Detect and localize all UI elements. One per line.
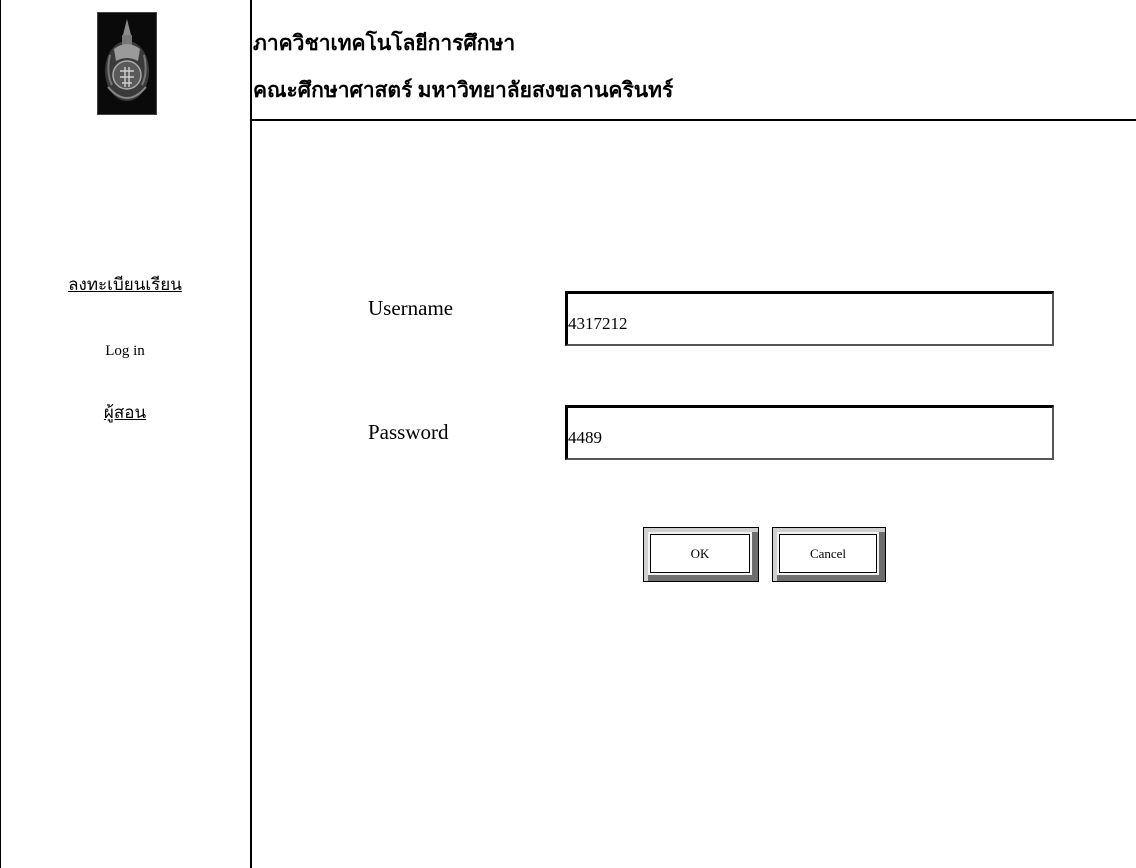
sidebar-item-teacher: ผู้สอน	[0, 404, 250, 421]
password-field[interactable]: 4489	[565, 405, 1054, 460]
page-frame: ภาควิชาเทคโนโลยีการศึกษา คณะศึกษาศาสตร์ …	[0, 0, 1136, 868]
department-title: ภาควิชาเทคโนโลยีการศึกษา	[253, 31, 516, 55]
cancel-button[interactable]: Cancel	[772, 527, 886, 582]
ok-button[interactable]: OK	[643, 527, 759, 582]
faculty-title: คณะศึกษาศาสตร์ มหาวิทยาลัยสงขลานครินทร์	[253, 78, 674, 102]
university-logo	[97, 12, 157, 115]
teacher-link[interactable]: ผู้สอน	[104, 403, 146, 422]
sidebar-divider	[250, 0, 252, 868]
header-divider	[252, 119, 1136, 121]
cancel-button-label: Cancel	[809, 545, 847, 561]
username-field[interactable]: 4317212	[565, 291, 1054, 346]
ok-button-label: OK	[690, 545, 710, 561]
password-label: Password	[368, 420, 449, 444]
register-link[interactable]: ลงทะเบียนเรียน	[68, 275, 182, 294]
sidebar-item-register: ลงทะเบียนเรียน	[0, 276, 250, 293]
ok-button-face: OK	[650, 534, 750, 573]
cancel-button-face: Cancel	[779, 534, 877, 573]
username-label: Username	[368, 296, 454, 320]
left-border	[0, 0, 1, 868]
university-emblem-icon	[98, 13, 156, 114]
sidebar-item-login: Log in	[105, 343, 145, 359]
